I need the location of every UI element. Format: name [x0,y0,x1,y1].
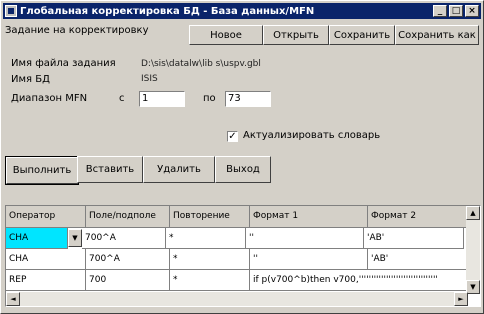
minimize-icon[interactable]: _ [433,5,447,17]
operator-cell[interactable]: CHA [6,249,86,270]
dictionary-label[interactable]: Актуализировать словарь [243,130,380,141]
mfn-range-label: Диапазон MFN [11,93,88,104]
scroll-right-icon[interactable]: ► [454,292,468,306]
field-cell[interactable]: 700^A [86,249,170,270]
task-file-value: D:\sis\datalw\lib s\uspv.gbl [141,59,261,69]
from-label: с [119,93,125,104]
new-button[interactable]: Новое [189,25,263,45]
scroll-up-icon[interactable]: ▲ [466,206,480,220]
vertical-scrollbar[interactable]: ▲ ▼ [466,206,480,294]
close-icon[interactable]: × [465,5,479,17]
db-name-label: Имя БД [11,74,50,85]
operator-cell[interactable]: REP [6,270,86,291]
dictionary-checkbox[interactable]: ✓ [227,131,238,142]
field-cell[interactable]: 700^A [82,228,166,249]
column-header-operator[interactable]: Оператор [6,206,86,228]
table-row[interactable]: CHA 700^A * '' 'AB' [6,249,468,270]
mfn-to-input[interactable]: 73 [225,91,271,107]
format1-cell[interactable]: '' [250,249,368,270]
operator-cell[interactable]: CHA [6,228,68,249]
repeat-cell[interactable]: * [166,228,246,249]
column-header-repeat[interactable]: Повторение [170,206,250,228]
save-as-button[interactable]: Сохранить как [395,25,479,45]
execute-button-label: Выполнить [6,157,78,184]
chevron-down-icon[interactable]: ▼ [68,229,82,247]
format2-cell[interactable]: 'AB' [368,249,468,270]
delete-button[interactable]: Удалить [143,156,215,183]
insert-button[interactable]: Вставить [77,156,143,183]
column-header-format2[interactable]: Формат 2 [368,206,468,228]
exit-button[interactable]: Выход [215,156,271,183]
format2-cell[interactable]: 'AB' [364,228,464,249]
operators-grid[interactable]: Оператор Поле/подполе Повторение Формат … [5,205,481,307]
field-cell[interactable]: 700 [86,270,170,291]
repeat-cell[interactable]: * [170,270,250,291]
table-row[interactable]: CHA ▼ 700^A * '' 'AB' [6,228,464,249]
to-label: по [203,93,216,104]
scroll-down-icon[interactable]: ▼ [466,280,480,294]
format1-cell[interactable]: if p(v700^b)then v700,''''''''''''''''''… [250,270,468,291]
task-label: Задание на корректировку [5,25,149,36]
horizontal-scrollbar[interactable]: ◄ ► [6,292,468,306]
main-window: Глобальная корректировка БД - База данны… [0,0,484,314]
db-name-value: ISIS [141,74,158,84]
column-header-field[interactable]: Поле/подполе [86,206,170,228]
task-file-label: Имя файла задания [11,58,116,69]
maximize-icon[interactable]: □ [449,5,463,17]
repeat-cell[interactable]: * [170,249,250,270]
table-row[interactable]: REP 700 * if p(v700^b)then v700,''''''''… [6,270,468,291]
column-header-format1[interactable]: Формат 1 [250,206,368,228]
save-button[interactable]: Сохранить [329,25,395,45]
app-icon [5,5,17,17]
open-button[interactable]: Открыть [263,25,329,45]
execute-button[interactable]: Выполнить [5,156,79,185]
grid-header-row: Оператор Поле/подполе Повторение Формат … [6,206,468,228]
mfn-from-input[interactable]: 1 [139,91,185,107]
window-title: Глобальная корректировка БД - База данны… [20,5,315,17]
task-toolbar: Задание на корректировку Новое Открыть С… [3,21,481,47]
format1-cell[interactable]: '' [246,228,364,249]
scroll-left-icon[interactable]: ◄ [6,292,20,306]
title-bar[interactable]: Глобальная корректировка БД - База данны… [3,3,481,19]
